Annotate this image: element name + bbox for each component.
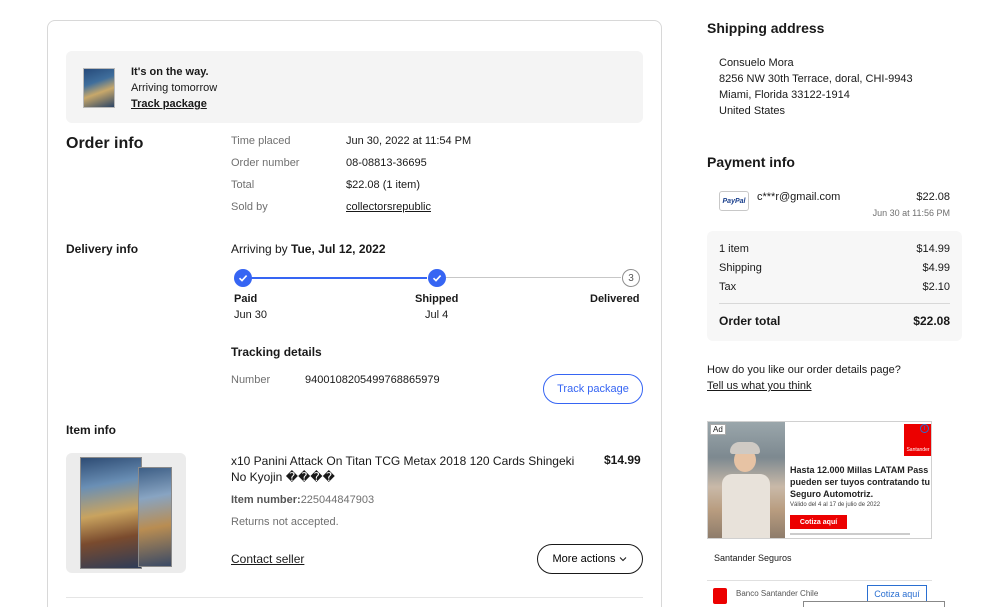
shipping-address-heading: Shipping address — [707, 20, 825, 36]
step-shipped-label: Shipped — [415, 293, 459, 305]
feedback-question: How do you like our order details page? — [707, 364, 901, 376]
address-street: 8256 NW 30th Terrace, doral, CHI-9943 — [719, 73, 913, 85]
payment-date: Jun 30 at 11:56 PM — [872, 208, 950, 218]
progress-line-complete — [251, 277, 427, 279]
time-placed-label: Time placed — [231, 135, 291, 147]
item-number: Item number:225044847903 — [231, 494, 374, 506]
arriving-by: Arriving by Tue, Jul 12, 2022 — [231, 242, 386, 256]
ad-fineprint — [790, 533, 910, 535]
order-number-label: Order number — [231, 157, 300, 169]
total-value: $22.08 (1 item) — [346, 179, 420, 191]
step-paid-date: Jun 30 — [234, 309, 268, 321]
total-label: Total — [231, 179, 255, 191]
notice-title: It's on the way. — [131, 66, 209, 78]
contact-seller-link[interactable]: Contact seller — [231, 552, 304, 566]
step-number-badge: 3 — [622, 269, 640, 287]
santander-flame-icon — [713, 588, 727, 604]
arriving-prefix: Arriving by — [231, 242, 288, 256]
summary-shipping-label: Shipping — [719, 262, 762, 274]
summary-row-tax: Tax $2.10 — [719, 281, 950, 293]
summary-row-shipping: Shipping $4.99 — [719, 262, 950, 274]
check-icon — [234, 269, 252, 287]
check-icon — [428, 269, 446, 287]
step-shipped-date: Jul 4 — [425, 309, 449, 321]
order-total-value: $22.08 — [913, 314, 950, 328]
order-info-heading: Order info — [66, 135, 144, 152]
track-package-button[interactable]: Track package — [543, 374, 643, 404]
step-paid-label: Paid — [234, 293, 258, 305]
summary-row-items: 1 item $14.99 — [719, 243, 950, 255]
ad-brand-name: Santander Seguros — [714, 553, 792, 563]
item-info-heading: Item info — [66, 423, 116, 437]
order-total-row: Order total $22.08 — [719, 314, 950, 328]
ad-logo-text: Santander — [906, 447, 930, 453]
tracking-number-label: Number — [231, 374, 271, 386]
sold-by-label: Sold by — [231, 201, 268, 213]
item-number-label: Item number: — [231, 494, 301, 506]
notice-subtitle: Arriving tomorrow — [131, 82, 218, 94]
seller-link[interactable]: collectorsrepublic — [346, 201, 431, 213]
info-icon[interactable]: i — [920, 424, 929, 433]
item-title[interactable]: x10 Panini Attack On Titan TCG Metax 201… — [231, 453, 591, 485]
ad-photo-hat — [730, 442, 760, 454]
address-name: Consuelo Mora — [719, 57, 794, 69]
more-actions-button[interactable]: More actions — [537, 544, 643, 574]
summary-tax-label: Tax — [719, 281, 737, 293]
step-delivered-label: Delivered — [590, 293, 640, 305]
item-number-value: 225044847903 — [300, 494, 375, 506]
address-country: United States — [719, 105, 786, 117]
track-package-link[interactable]: Track package — [131, 98, 207, 110]
ad-bank-button[interactable]: Cotiza aquí — [867, 585, 927, 602]
feedback-link[interactable]: Tell us what you think — [707, 380, 812, 392]
summary-items-value: $14.99 — [916, 243, 950, 255]
ad-bank-name: Banco Santander Chile — [736, 589, 819, 598]
arriving-date: Tue, Jul 12, 2022 — [291, 242, 386, 256]
delivery-info-heading: Delivery info — [66, 242, 139, 256]
more-actions-label: More actions — [552, 553, 616, 565]
ad-badge: Ad — [710, 424, 726, 435]
tracking-number-value: 9400108205499768865979 — [305, 374, 440, 386]
card-pack-front — [80, 457, 142, 569]
summary-shipping-value: $4.99 — [922, 262, 950, 274]
payment-email: c***r@gmail.com — [757, 191, 841, 203]
summary-tax-value: $2.10 — [922, 281, 950, 293]
order-number-value: 08-08813-36695 — [346, 157, 427, 169]
order-total-label: Order total — [719, 314, 781, 328]
ad-cta-button[interactable]: Cotiza aquí — [790, 515, 847, 529]
tracking-details-heading: Tracking details — [231, 345, 322, 359]
time-placed-value: Jun 30, 2022 at 11:54 PM — [346, 135, 472, 147]
paypal-icon: PayPal — [719, 191, 749, 211]
ad-overflow-element — [803, 601, 945, 607]
ad-divider — [707, 580, 932, 581]
ad-photo — [708, 422, 785, 538]
ad-photo-body — [722, 474, 770, 538]
chevron-down-icon — [620, 557, 627, 562]
payment-amount: $22.08 — [916, 191, 950, 203]
summary-items-label: 1 item — [719, 243, 749, 255]
item-thumbnail — [83, 68, 115, 108]
item-price: $14.99 — [604, 453, 641, 467]
item-image[interactable] — [66, 453, 186, 573]
ad-validity: Válido del 4 al 17 de julio de 2022 — [790, 502, 881, 508]
payment-info-heading: Payment info — [707, 154, 795, 170]
advertisement[interactable]: Ad Santander i Hasta 12.000 Millas LATAM… — [707, 421, 932, 539]
section-divider — [66, 597, 643, 598]
ad-headline: Hasta 12.000 Millas LATAM Pass pueden se… — [790, 465, 931, 499]
address-city: Miami, Florida 33122-1914 — [719, 89, 850, 101]
returns-policy: Returns not accepted. — [231, 516, 339, 528]
card-pack-back — [138, 467, 172, 567]
summary-divider — [719, 303, 950, 304]
progress-line-pending — [445, 277, 621, 278]
